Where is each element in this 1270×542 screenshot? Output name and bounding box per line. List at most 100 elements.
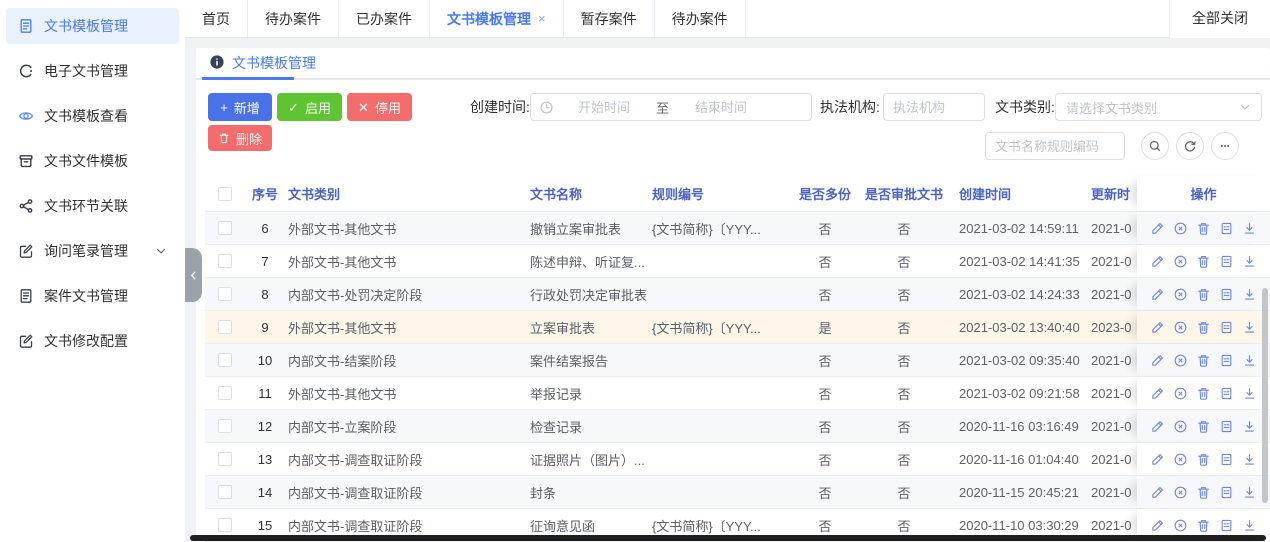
edit-icon[interactable]	[1150, 518, 1165, 533]
preview-icon[interactable]	[1219, 419, 1234, 434]
tab[interactable]: 待办案件	[655, 0, 746, 37]
edit-icon[interactable]	[1150, 353, 1165, 368]
enable-button[interactable]: ✓启用	[277, 93, 342, 121]
download-icon[interactable]	[1242, 254, 1257, 269]
download-icon[interactable]	[1242, 287, 1257, 302]
edit-icon[interactable]	[1150, 221, 1165, 236]
vertical-scrollbar-thumb[interactable]	[1262, 288, 1268, 503]
download-icon[interactable]	[1242, 221, 1257, 236]
edit-icon[interactable]	[1150, 254, 1165, 269]
download-icon[interactable]	[1242, 386, 1257, 401]
delete-icon[interactable]	[1196, 287, 1211, 302]
row-checkbox[interactable]	[218, 287, 232, 301]
sidebar-item[interactable]: 案件文书管理	[6, 278, 179, 314]
download-icon[interactable]	[1242, 320, 1257, 335]
delete-icon[interactable]	[1196, 353, 1211, 368]
edit-icon[interactable]	[1150, 452, 1165, 467]
row-checkbox[interactable]	[218, 452, 232, 466]
close-all-button[interactable]: 全部关闭	[1169, 0, 1270, 38]
row-checkbox[interactable]	[218, 353, 232, 367]
delete-icon[interactable]	[1196, 254, 1211, 269]
delete-icon[interactable]	[1196, 320, 1211, 335]
table-row[interactable]: 10 内部文书-结案阶段 案件结案报告 否 否 2021-03-02 09:35…	[205, 344, 1270, 377]
edit-icon[interactable]	[1150, 485, 1165, 500]
download-icon[interactable]	[1242, 353, 1257, 368]
sidebar-item[interactable]: 电子文书管理	[6, 53, 179, 89]
delete-button[interactable]: 删除	[208, 125, 272, 151]
start-time-input[interactable]	[554, 100, 654, 115]
disable-circle-icon[interactable]	[1173, 485, 1188, 500]
row-checkbox[interactable]	[218, 518, 232, 532]
row-checkbox[interactable]	[218, 485, 232, 499]
delete-icon[interactable]	[1196, 419, 1211, 434]
sidebar-item[interactable]: 文书修改配置	[6, 323, 179, 359]
disable-button[interactable]: ✕停用	[347, 93, 412, 121]
row-checkbox[interactable]	[218, 254, 232, 268]
tab[interactable]: 已办案件	[339, 0, 430, 37]
table-row[interactable]: 9 外部文书-其他文书 立案审批表 {文书简称}〔YYY... 是 否 2021…	[205, 311, 1270, 344]
tab[interactable]: 待办案件	[248, 0, 339, 37]
horizontal-scrollbar-thumb[interactable]	[190, 535, 1266, 541]
sidebar-item[interactable]: 文书环节关联	[6, 188, 179, 224]
tab[interactable]: 首页	[185, 0, 248, 37]
agency-input[interactable]	[883, 93, 985, 121]
preview-icon[interactable]	[1219, 452, 1234, 467]
end-time-input[interactable]	[671, 100, 771, 115]
disable-circle-icon[interactable]	[1173, 452, 1188, 467]
row-checkbox[interactable]	[218, 419, 232, 433]
table-row[interactable]: 12 内部文书-立案阶段 检查记录 否 否 2020-11-16 03:16:4…	[205, 410, 1270, 443]
preview-icon[interactable]	[1219, 254, 1234, 269]
panel-tab-label[interactable]: 文书模板管理	[232, 53, 316, 73]
edit-icon[interactable]	[1150, 287, 1165, 302]
delete-icon[interactable]	[1196, 386, 1211, 401]
disable-circle-icon[interactable]	[1173, 518, 1188, 533]
edit-icon[interactable]	[1150, 386, 1165, 401]
search-button[interactable]	[1141, 132, 1169, 160]
sidebar-item[interactable]: 文书文件模板	[6, 143, 179, 179]
name-rule-search-input[interactable]	[985, 132, 1125, 160]
download-icon[interactable]	[1242, 518, 1257, 533]
preview-icon[interactable]	[1219, 221, 1234, 236]
table-row[interactable]: 6 外部文书-其他文书 撤销立案审批表 {文书简称}〔YYY... 否 否 20…	[205, 212, 1270, 245]
select-all-checkbox[interactable]	[218, 187, 232, 201]
doc-type-select[interactable]: 请选择文书类别	[1055, 93, 1262, 121]
delete-icon[interactable]	[1196, 518, 1211, 533]
sidebar-item[interactable]: 文书模板管理	[6, 8, 179, 44]
tab[interactable]: 暂存案件	[564, 0, 655, 37]
preview-icon[interactable]	[1219, 353, 1234, 368]
table-row[interactable]: 8 内部文书-处罚决定阶段 行政处罚决定审批表 否 否 2021-03-02 1…	[205, 278, 1270, 311]
tab[interactable]: 文书模板管理 ×	[430, 0, 564, 37]
sidebar-item[interactable]: 询问笔录管理	[6, 233, 179, 269]
preview-icon[interactable]	[1219, 320, 1234, 335]
download-icon[interactable]	[1242, 419, 1257, 434]
preview-icon[interactable]	[1219, 485, 1234, 500]
disable-circle-icon[interactable]	[1173, 254, 1188, 269]
disable-circle-icon[interactable]	[1173, 353, 1188, 368]
row-checkbox[interactable]	[218, 386, 232, 400]
more-button[interactable]	[1211, 132, 1239, 160]
download-icon[interactable]	[1242, 485, 1257, 500]
download-icon[interactable]	[1242, 452, 1257, 467]
tab-close-icon[interactable]: ×	[538, 11, 546, 26]
table-row[interactable]: 11 外部文书-其他文书 举报记录 否 否 2021-03-02 09:21:5…	[205, 377, 1270, 410]
disable-circle-icon[interactable]	[1173, 287, 1188, 302]
delete-icon[interactable]	[1196, 452, 1211, 467]
refresh-button[interactable]	[1176, 132, 1204, 160]
preview-icon[interactable]	[1219, 518, 1234, 533]
delete-icon[interactable]	[1196, 485, 1211, 500]
sidebar-item[interactable]: 文书模板查看	[6, 98, 179, 134]
sidebar-collapse-handle[interactable]	[185, 248, 202, 302]
disable-circle-icon[interactable]	[1173, 320, 1188, 335]
edit-icon[interactable]	[1150, 320, 1165, 335]
disable-circle-icon[interactable]	[1173, 419, 1188, 434]
add-button[interactable]: +新增	[208, 93, 272, 121]
row-checkbox[interactable]	[218, 320, 232, 334]
delete-icon[interactable]	[1196, 221, 1211, 236]
create-time-range-picker[interactable]: 至	[530, 93, 812, 121]
preview-icon[interactable]	[1219, 386, 1234, 401]
table-row[interactable]: 13 内部文书-调查取证阶段 证据照片（图片）... 否 否 2020-11-1…	[205, 443, 1270, 476]
preview-icon[interactable]	[1219, 287, 1234, 302]
edit-icon[interactable]	[1150, 419, 1165, 434]
disable-circle-icon[interactable]	[1173, 386, 1188, 401]
disable-circle-icon[interactable]	[1173, 221, 1188, 236]
